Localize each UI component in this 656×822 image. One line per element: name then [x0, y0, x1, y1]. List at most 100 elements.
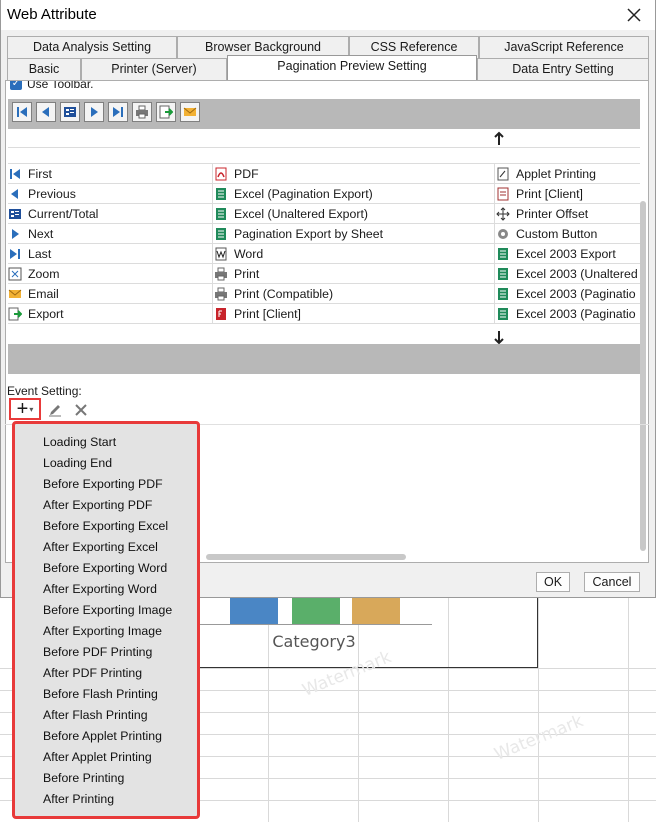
- print-icon[interactable]: [132, 102, 152, 122]
- list-item-excel-2003-pagination-2[interactable]: Excel 2003 (Paginatio: [496, 304, 640, 324]
- applet-icon: [496, 167, 510, 181]
- list-item-zoom[interactable]: Zoom: [8, 264, 208, 284]
- menu-item-after-exporting-image[interactable]: After Exporting Image: [43, 621, 162, 641]
- item-label: Last: [28, 247, 52, 261]
- tab-javascript-reference[interactable]: JavaScript Reference: [479, 36, 649, 58]
- item-label: Print [Client]: [516, 187, 583, 201]
- horizontal-scrollbar[interactable]: [206, 554, 406, 560]
- excel-icon: [496, 247, 510, 261]
- list-item-export[interactable]: Export: [8, 304, 208, 324]
- menu-item-before-applet-printing[interactable]: Before Applet Printing: [43, 726, 162, 746]
- email-icon[interactable]: [180, 102, 200, 122]
- move-icon: [496, 207, 510, 221]
- menu-item-loading-start[interactable]: Loading Start: [43, 432, 116, 452]
- menu-item-before-exporting-excel[interactable]: Before Exporting Excel: [43, 516, 168, 536]
- menu-item-loading-end[interactable]: Loading End: [43, 453, 112, 473]
- list-item-excel-unaltered-export[interactable]: Excel (Unaltered Export): [214, 204, 490, 224]
- menu-item-after-exporting-excel[interactable]: After Exporting Excel: [43, 537, 158, 557]
- item-label: Custom Button: [516, 227, 598, 241]
- tab-data-analysis-setting[interactable]: Data Analysis Setting: [7, 36, 177, 58]
- menu-item-after-exporting-word[interactable]: After Exporting Word: [43, 579, 157, 599]
- list-item-excel-2003-unaltered[interactable]: Excel 2003 (Unaltered: [496, 264, 640, 284]
- check-icon: ✓: [10, 80, 22, 90]
- menu-item-after-applet-printing[interactable]: After Applet Printing: [43, 747, 152, 767]
- add-event-button[interactable]: + ▾: [9, 398, 41, 420]
- item-label: Excel 2003 Export: [516, 247, 616, 261]
- ok-button[interactable]: OK: [536, 572, 570, 592]
- cancel-button[interactable]: Cancel: [584, 572, 640, 592]
- list-item-print[interactable]: Print: [214, 264, 490, 284]
- excel-icon: [496, 267, 510, 281]
- item-label: Print: [234, 267, 260, 281]
- item-label: Printer Offset: [516, 207, 589, 221]
- tab-basic[interactable]: Basic: [7, 58, 81, 80]
- delete-icon[interactable]: [73, 402, 89, 418]
- close-button[interactable]: [623, 4, 645, 26]
- item-label: Current/Total: [28, 207, 99, 221]
- list-item-next[interactable]: Next: [8, 224, 208, 244]
- menu-item-before-printing[interactable]: Before Printing: [43, 768, 124, 788]
- menu-item-before-exporting-image[interactable]: Before Exporting Image: [43, 600, 172, 620]
- edit-icon[interactable]: [47, 402, 63, 418]
- arrow-up-icon[interactable]: [492, 131, 506, 147]
- list-item-current-total[interactable]: Current/Total: [8, 204, 208, 224]
- previous-icon[interactable]: [36, 102, 56, 122]
- list-item-applet-printing[interactable]: Applet Printing: [496, 164, 640, 184]
- word-icon: [214, 247, 228, 261]
- menu-item-before-pdf-printing[interactable]: Before PDF Printing: [43, 642, 152, 662]
- export-icon[interactable]: [156, 102, 176, 122]
- event-menu: Loading Start Loading End Before Exporti…: [12, 421, 200, 819]
- list-item-print-client[interactable]: Print [Client]: [214, 304, 490, 324]
- tab-printer-server[interactable]: Printer (Server): [81, 58, 227, 80]
- item-label: Excel 2003 (Paginatio: [516, 307, 636, 321]
- list-item-last[interactable]: Last: [8, 244, 208, 264]
- current-total-icon[interactable]: [60, 102, 80, 122]
- current-total-icon: [8, 207, 22, 221]
- list-item-print-compatible[interactable]: Print (Compatible): [214, 284, 490, 304]
- vertical-scrollbar[interactable]: [640, 201, 646, 551]
- gear-icon: [496, 227, 510, 241]
- menu-item-after-printing[interactable]: After Printing: [43, 789, 114, 809]
- list-item-excel-pagination-export[interactable]: Excel (Pagination Export): [214, 184, 490, 204]
- list-item-printer-offset[interactable]: Printer Offset: [496, 204, 640, 224]
- chart-bar: [230, 598, 278, 624]
- item-label: Print [Client]: [234, 307, 301, 321]
- zoom-icon: [8, 267, 22, 281]
- next-icon: [8, 227, 22, 241]
- chart-axis: [196, 624, 432, 625]
- menu-item-before-exporting-word[interactable]: Before Exporting Word: [43, 558, 167, 578]
- tab-pagination-preview-setting[interactable]: Pagination Preview Setting: [227, 55, 477, 80]
- last-icon[interactable]: [108, 102, 128, 122]
- list-item-custom-button[interactable]: Custom Button: [496, 224, 640, 244]
- use-toolbar-checkbox[interactable]: ✓ Use Toolbar.: [10, 80, 94, 91]
- list-item-excel-2003-export[interactable]: Excel 2003 Export: [496, 244, 640, 264]
- arrow-down-icon[interactable]: [492, 329, 506, 345]
- list-item-pdf[interactable]: PDF: [214, 164, 490, 184]
- menu-item-before-flash-printing[interactable]: Before Flash Printing: [43, 684, 158, 704]
- toolbar-preview: [8, 99, 640, 129]
- item-label: Email: [28, 287, 59, 301]
- tab-data-entry-setting[interactable]: Data Entry Setting: [477, 58, 649, 80]
- menu-item-after-exporting-pdf[interactable]: After Exporting PDF: [43, 495, 152, 515]
- list-item-email[interactable]: Email: [8, 284, 208, 304]
- print-icon: [214, 287, 228, 301]
- menu-item-after-flash-printing[interactable]: After Flash Printing: [43, 705, 148, 725]
- list-item-previous[interactable]: Previous: [8, 184, 208, 204]
- menu-item-before-exporting-pdf[interactable]: Before Exporting PDF: [43, 474, 163, 494]
- print-icon: [214, 267, 228, 281]
- next-icon[interactable]: [84, 102, 104, 122]
- first-icon[interactable]: [12, 102, 32, 122]
- item-label: Word: [234, 247, 264, 261]
- item-label: Excel 2003 (Paginatio: [516, 287, 636, 301]
- list-item-excel-2003-pagination[interactable]: Excel 2003 (Paginatio: [496, 284, 640, 304]
- item-label: Excel (Pagination Export): [234, 187, 373, 201]
- list-item-first[interactable]: First: [8, 164, 208, 184]
- item-label: Zoom: [28, 267, 60, 281]
- excel-icon: [214, 227, 228, 241]
- list-item-print-client-2[interactable]: Print [Client]: [496, 184, 640, 204]
- list-item-word[interactable]: Word: [214, 244, 490, 264]
- menu-item-after-pdf-printing[interactable]: After PDF Printing: [43, 663, 142, 683]
- chart-bar: [292, 598, 340, 624]
- item-label: Previous: [28, 187, 76, 201]
- list-item-pagination-export-by-sheet[interactable]: Pagination Export by Sheet: [214, 224, 490, 244]
